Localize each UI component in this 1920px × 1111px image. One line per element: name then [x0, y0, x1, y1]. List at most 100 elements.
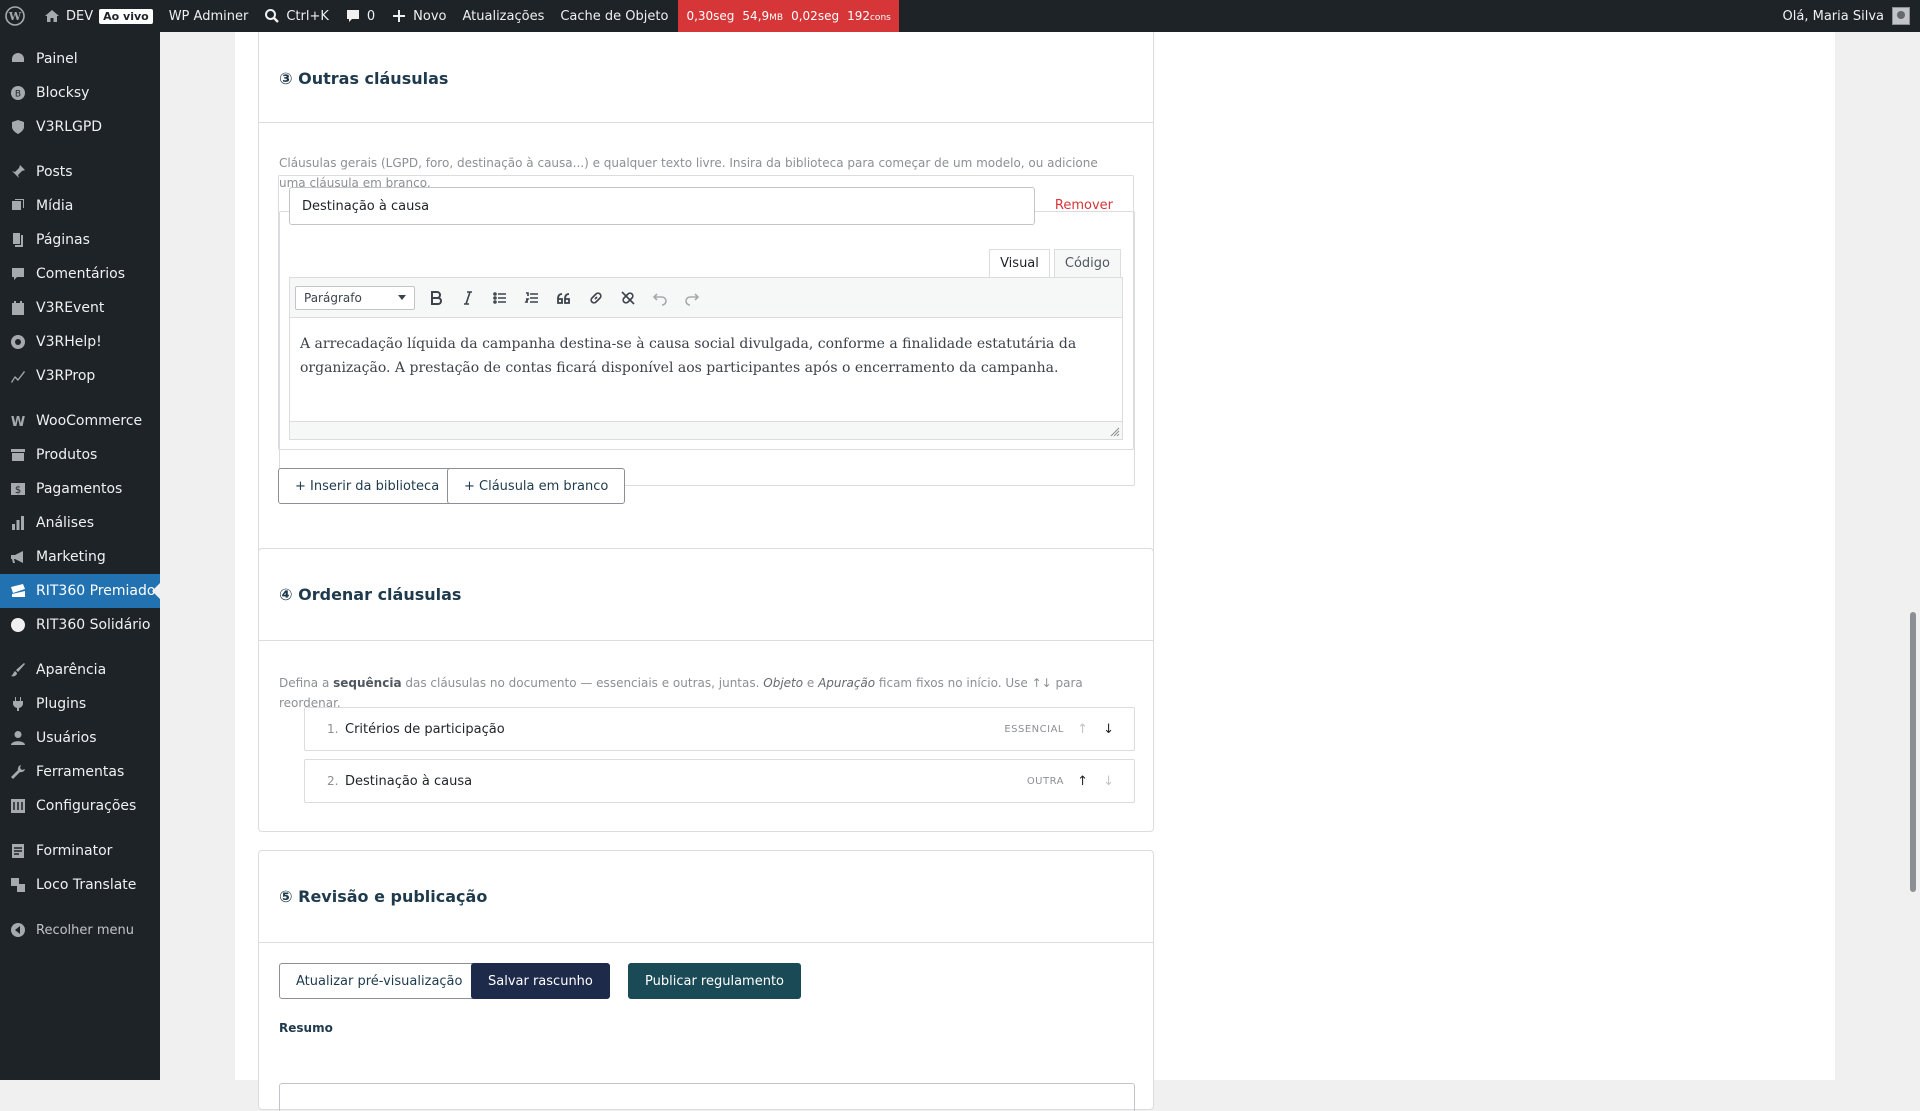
sidebar-item[interactable]: V3RLGPD: [0, 110, 160, 144]
sidebar-item[interactable]: V3RHelp!: [0, 325, 160, 359]
bold-icon[interactable]: [425, 287, 447, 309]
comment-icon: [346, 10, 359, 22]
sidebar-item[interactable]: Forminator: [0, 834, 160, 868]
scrollbar-thumb[interactable]: [1910, 612, 1916, 892]
sidebar-item-label: V3REvent: [36, 300, 105, 316]
undo-icon[interactable]: [649, 287, 671, 309]
updates-link[interactable]: Atualizações: [454, 0, 552, 32]
sidebar-item[interactable]: Posts: [0, 155, 160, 189]
sidebar-item[interactable]: Produtos: [0, 438, 160, 472]
sidebar-item[interactable]: Análises: [0, 506, 160, 540]
numbered-list-icon[interactable]: [521, 287, 543, 309]
section-title: ③ Outras cláusulas: [279, 69, 449, 88]
sidebar-item[interactable]: Ferramentas: [0, 755, 160, 789]
sidebar-item[interactable]: Páginas: [0, 223, 160, 257]
summary-label: Resumo: [279, 1021, 333, 1035]
sidebar-item[interactable]: V3REvent: [0, 291, 160, 325]
collapse-icon: [10, 922, 26, 938]
query-count-value: 192: [847, 9, 870, 23]
order-row: 2. Destinação à causa OUTRA ↑ ↓: [304, 759, 1135, 803]
section-description: Defina a sequência das cláusulas no docu…: [279, 641, 1133, 713]
section-header: ⑤ Revisão e publicação: [259, 851, 1153, 943]
update-preview-button[interactable]: Atualizar pré-visualização: [279, 963, 480, 999]
main-content: ③ Outras cláusulas Cláusulas gerais (LGP…: [235, 12, 1835, 1111]
sidebar-item-label: Marketing: [36, 549, 106, 565]
editor-toolbar: Parágrafo: [290, 278, 1122, 318]
form-icon: [10, 843, 26, 859]
query-count: 192cons: [847, 9, 891, 23]
sidebar-item[interactable]: Aparência: [0, 653, 160, 687]
chart-line-icon: [10, 368, 26, 384]
sidebar-item[interactable]: Painel: [0, 42, 160, 76]
section-order-clauses: ④ Ordenar cláusulas Defina a sequência d…: [258, 548, 1154, 832]
object-cache-link[interactable]: Cache de Objeto: [552, 0, 676, 32]
page-scrollbar[interactable]: [1906, 32, 1920, 1080]
sidebar-item[interactable]: $ Pagamentos: [0, 472, 160, 506]
sidebar-item[interactable]: Configurações: [0, 789, 160, 823]
sidebar-item[interactable]: Usuários: [0, 721, 160, 755]
svg-text:W: W: [11, 415, 25, 429]
site-name-link[interactable]: DEV Ao vivo: [36, 0, 161, 32]
move-down-button[interactable]: ↓: [1103, 722, 1114, 737]
brush-icon: [10, 662, 26, 678]
remove-clause-link[interactable]: Remover: [1055, 198, 1113, 213]
move-down-button[interactable]: ↓: [1103, 774, 1114, 789]
sidebar-item-label: Páginas: [36, 232, 90, 248]
sidebar-item-label: Produtos: [36, 447, 98, 463]
my-account-link[interactable]: Olá, Maria Silva: [1783, 7, 1920, 25]
sidebar-item[interactable]: Plugins: [0, 687, 160, 721]
rich-text-editor: Parágrafo A arrecadação líquida da campa…: [289, 277, 1123, 440]
sidebar-item[interactable]: RIT360 Premiado: [0, 574, 160, 608]
collapse-menu-button[interactable]: Recolher menu: [0, 913, 160, 947]
translate-icon: [10, 877, 26, 893]
sidebar-item[interactable]: V3RProp: [0, 359, 160, 393]
clause-title-input[interactable]: [289, 187, 1035, 225]
new-content-link[interactable]: Novo: [383, 0, 454, 32]
clause-type-badge: OUTRA: [1026, 775, 1064, 787]
section-body: Defina a sequência das cláusulas no docu…: [259, 641, 1153, 713]
sidebar-item-label: Loco Translate: [36, 877, 137, 893]
publish-button[interactable]: Publicar regulamento: [628, 963, 801, 999]
italic-icon[interactable]: [457, 287, 479, 309]
wordpress-logo-icon[interactable]: W: [0, 0, 36, 32]
unlink-icon[interactable]: [617, 287, 639, 309]
sidebar-item-label: Blocksy: [36, 85, 90, 101]
tab-visual[interactable]: Visual: [989, 249, 1050, 277]
sidebar-item[interactable]: B Blocksy: [0, 76, 160, 110]
insert-from-library-button[interactable]: + Inserir da biblioteca: [278, 468, 457, 504]
add-blank-clause-button[interactable]: + Cláusula em branco: [447, 468, 626, 504]
db-time: 0,02seg: [791, 9, 840, 23]
pages-icon: [10, 232, 26, 248]
link-icon[interactable]: [585, 287, 607, 309]
save-draft-button[interactable]: Salvar rascunho: [471, 963, 610, 999]
sidebar-item[interactable]: Comentários: [0, 257, 160, 291]
format-select[interactable]: Parágrafo: [295, 285, 415, 310]
sidebar-item-label: RIT360 Premiado: [36, 583, 156, 599]
tab-code[interactable]: Código: [1053, 249, 1121, 277]
command-search-link[interactable]: Ctrl+K: [256, 0, 337, 32]
sidebar-item-label: Posts: [36, 164, 73, 180]
redo-icon[interactable]: [681, 287, 703, 309]
lifebuoy-icon: [10, 334, 26, 350]
wp-adminer-link[interactable]: WP Adminer: [161, 0, 257, 32]
sidebar-item[interactable]: Marketing: [0, 540, 160, 574]
menu-separator: [0, 902, 160, 913]
comments-link[interactable]: 0: [337, 0, 383, 32]
desc-italic: Objeto: [763, 676, 804, 690]
editor-content[interactable]: A arrecadação líquida da campanha destin…: [290, 318, 1122, 418]
sidebar-item[interactable]: Mídia: [0, 189, 160, 223]
move-up-button[interactable]: ↑: [1077, 774, 1088, 789]
query-monitor-stats[interactable]: 0,30seg 54,9MB 0,02seg 192cons: [678, 0, 899, 32]
resize-handle-icon[interactable]: [1110, 427, 1120, 437]
blockquote-icon[interactable]: [553, 287, 575, 309]
updates-label: Atualizações: [462, 8, 545, 24]
section-header: ④ Ordenar cláusulas: [259, 549, 1153, 641]
sidebar-item[interactable]: RIT360 Solidário: [0, 608, 160, 642]
sidebar-item[interactable]: Loco Translate: [0, 868, 160, 902]
memory-value: 54,9: [742, 9, 770, 23]
move-up-button[interactable]: ↑: [1077, 722, 1088, 737]
bullet-list-icon[interactable]: [489, 287, 511, 309]
sidebar-item[interactable]: W WooCommerce: [0, 404, 160, 438]
sidebar-item-label: Plugins: [36, 696, 87, 712]
desc-italic: Apuração: [818, 676, 876, 690]
